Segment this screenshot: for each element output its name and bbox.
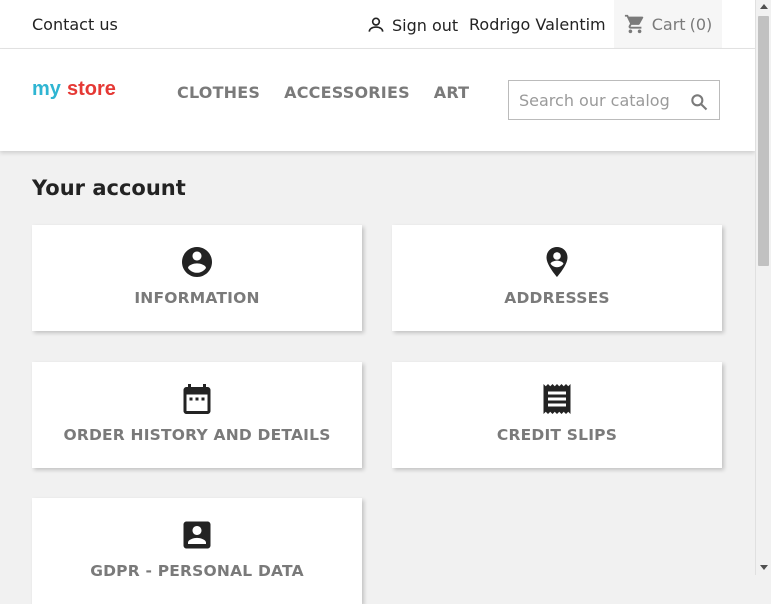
account-card-label: ADDRESSES <box>504 289 610 307</box>
scroll-down-arrow-icon[interactable] <box>760 565 768 570</box>
cart-icon <box>624 14 643 34</box>
main-nav: CLOTHES ACCESSORIES ART <box>177 83 469 102</box>
search-box <box>508 80 720 120</box>
page-title: Your account <box>32 176 186 200</box>
store-logo[interactable]: my store <box>32 75 124 103</box>
user-icon <box>368 17 384 32</box>
scrollbar-thumb[interactable] <box>758 16 769 266</box>
contact-us-link[interactable]: Contact us <box>32 15 118 34</box>
page-scrollbar[interactable] <box>755 0 771 575</box>
user-name-link[interactable]: Rodrigo Valentim <box>469 15 606 34</box>
account-card-information[interactable]: INFORMATION <box>32 225 362 331</box>
main-header: my store CLOTHES ACCESSORIES ART <box>0 49 755 151</box>
account-card-label: ORDER HISTORY AND DETAILS <box>63 426 331 444</box>
account-card-addresses[interactable]: ADDRESSES <box>392 225 722 331</box>
cart-count: (0) <box>689 14 713 34</box>
top-bar: Contact us Sign out Rodrigo Valentim Car… <box>0 0 755 49</box>
search-icon[interactable] <box>689 92 709 112</box>
cart-button[interactable]: Cart (0) <box>614 0 722 48</box>
account-circle-icon <box>178 243 216 281</box>
nav-item-art[interactable]: ART <box>434 83 470 102</box>
account-card-credit-slips[interactable]: CREDIT SLIPS <box>392 362 722 468</box>
account-box-icon <box>178 516 216 554</box>
scroll-up-arrow-icon[interactable] <box>760 4 768 9</box>
svg-text:store: store <box>67 78 116 100</box>
sign-out-link[interactable]: Sign out <box>366 15 458 35</box>
receipt-icon <box>538 380 576 418</box>
sign-out-label: Sign out <box>392 15 459 35</box>
account-card-label: CREDIT SLIPS <box>496 426 618 444</box>
account-card-label: GDPR - PERSONAL DATA <box>90 562 304 580</box>
account-card-gdpr[interactable]: GDPR - PERSONAL DATA <box>32 498 362 604</box>
nav-item-accessories[interactable]: ACCESSORIES <box>284 83 410 102</box>
search-input[interactable] <box>509 81 684 119</box>
nav-item-clothes[interactable]: CLOTHES <box>177 83 260 102</box>
calendar-icon <box>178 380 216 418</box>
account-card-order-history[interactable]: ORDER HISTORY AND DETAILS <box>32 362 362 468</box>
svg-text:my: my <box>32 78 62 100</box>
account-card-label: INFORMATION <box>134 289 260 307</box>
location-pin-icon <box>538 243 576 281</box>
cart-label: Cart <box>651 14 686 34</box>
